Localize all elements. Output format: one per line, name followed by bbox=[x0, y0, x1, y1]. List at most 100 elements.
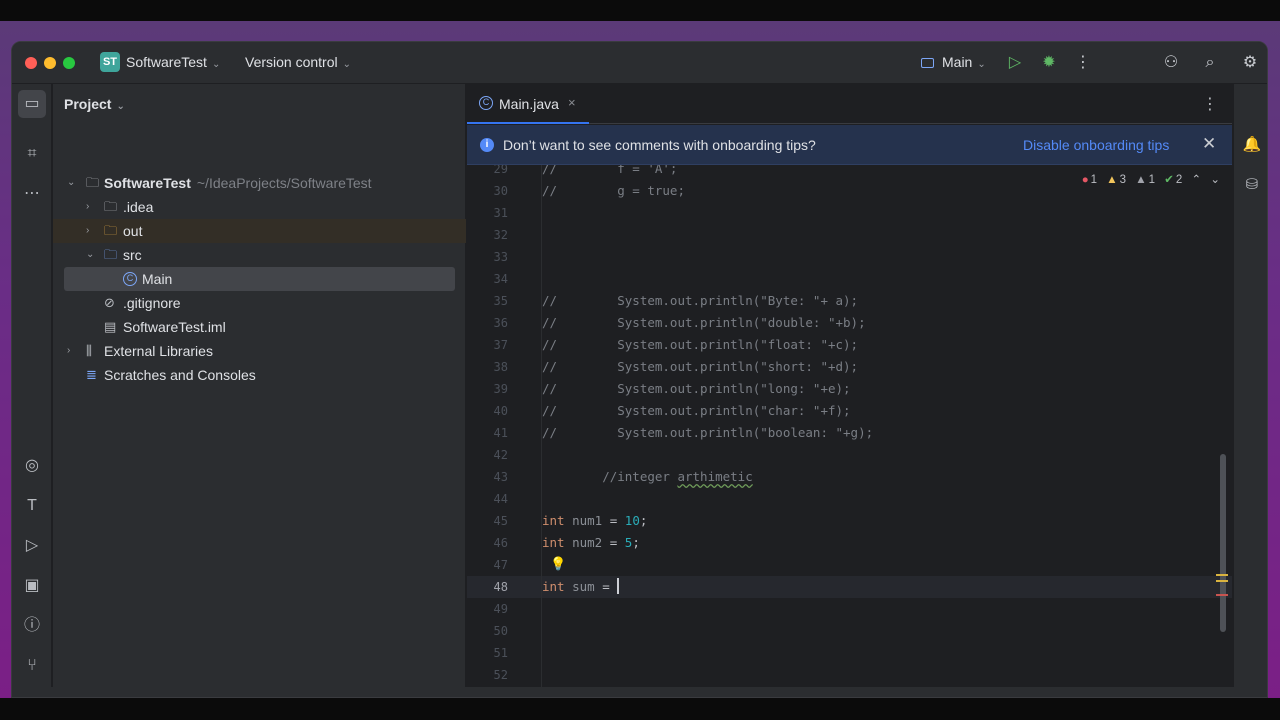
run-tool-icon[interactable]: ▷ bbox=[18, 532, 46, 560]
code-line[interactable]: 44 bbox=[467, 488, 1232, 510]
add-user-icon[interactable]: ⚇ bbox=[1160, 52, 1182, 74]
code-line[interactable]: 46 int num2 = 5; bbox=[467, 532, 1232, 554]
build-hammer-icon[interactable]: T bbox=[18, 492, 46, 520]
git-branch-icon[interactable]: ⑂ bbox=[18, 652, 46, 680]
code-line[interactable]: 41 // System.out.println("boolean: "+g); bbox=[467, 422, 1232, 444]
inspections-widget[interactable]: ● 1 ▲ 3 ▲ 1 ✔ 2 ⌃ ⌄ bbox=[1076, 172, 1220, 186]
code-line[interactable]: 42 bbox=[467, 444, 1232, 466]
debug-icon[interactable]: ✹ bbox=[1038, 52, 1060, 74]
more-tools-icon[interactable]: ⋯ bbox=[18, 180, 46, 208]
tree-item-scratches[interactable]: ≣ Scratches and Consoles bbox=[53, 363, 466, 387]
warning-marker[interactable] bbox=[1216, 574, 1228, 576]
code-line[interactable]: 51 bbox=[467, 642, 1232, 664]
next-highlight-icon[interactable]: ⌄ bbox=[1210, 174, 1220, 186]
problems-icon[interactable]: ⓘ bbox=[18, 612, 46, 640]
code-line[interactable]: 45 int num1 = 10; bbox=[467, 510, 1232, 532]
structure-icon[interactable]: ⌗ bbox=[18, 140, 46, 168]
code-line[interactable]: 43 //integer arthimetic bbox=[467, 466, 1232, 488]
weak-warning-icon: ▲ bbox=[1135, 174, 1147, 186]
error-marker[interactable] bbox=[1216, 594, 1228, 596]
project-panel-title-label: Project bbox=[64, 96, 112, 112]
code-line[interactable]: 35 // System.out.println("Byte: "+ a); bbox=[467, 290, 1232, 312]
maximize-window-button[interactable] bbox=[63, 57, 75, 69]
search-icon[interactable]: ⌕ bbox=[1199, 52, 1221, 74]
close-banner-icon[interactable]: ✕ bbox=[1202, 134, 1216, 154]
line-number: 37 bbox=[493, 338, 508, 352]
code-line[interactable]: 49 bbox=[467, 598, 1232, 620]
close-tab-icon[interactable]: × bbox=[568, 95, 576, 110]
code-text: // g = true; bbox=[542, 183, 685, 198]
code-text: // System.out.println("short: "+d); bbox=[542, 359, 859, 374]
chevron-down-icon: ⌄ bbox=[342, 59, 351, 70]
disable-onboarding-link[interactable]: Disable onboarding tips bbox=[1023, 137, 1169, 153]
close-window-button[interactable] bbox=[25, 57, 37, 69]
version-control-label: Version control bbox=[245, 54, 338, 70]
class-icon: C bbox=[479, 96, 493, 110]
chevron-right-icon: › bbox=[67, 345, 71, 356]
line-number: 35 bbox=[493, 294, 508, 308]
module-folder-icon: 🗀 bbox=[86, 175, 100, 190]
run-config-selector[interactable]: Main ⌄ bbox=[921, 54, 986, 70]
tree-item-label: .gitignore bbox=[123, 295, 181, 311]
code-line[interactable]: 33 bbox=[467, 246, 1232, 268]
tree-item-idea[interactable]: › 🗀 .idea bbox=[53, 195, 466, 219]
tree-item-main[interactable]: C Main bbox=[64, 267, 455, 291]
code-line[interactable]: 36 // System.out.println("double: "+b); bbox=[467, 312, 1232, 334]
ide-window: ST SoftwareTest ⌄ Version control ⌄ Main ⌄ … bbox=[11, 41, 1268, 698]
screen-top-border bbox=[0, 0, 1280, 21]
previous-highlight-icon[interactable]: ⌃ bbox=[1192, 174, 1202, 186]
tree-item-softwaretest[interactable]: ⌄ 🗀 SoftwareTest ~/IdeaProjects/SoftwareT… bbox=[53, 171, 466, 195]
version-control-menu[interactable]: Version control ⌄ bbox=[245, 54, 351, 70]
code-line[interactable]: 34 bbox=[467, 268, 1232, 290]
text-caret bbox=[617, 578, 620, 594]
vertical-scrollbar[interactable] bbox=[1220, 454, 1226, 632]
ok-count: 2 bbox=[1175, 174, 1183, 186]
tab-options-icon[interactable]: ⋮ bbox=[1202, 94, 1218, 114]
code-line[interactable]: 50 bbox=[467, 620, 1232, 642]
code-line[interactable]: 52 bbox=[467, 664, 1232, 686]
status-bar bbox=[12, 687, 1267, 697]
database-icon[interactable]: ⛁ bbox=[1241, 174, 1263, 196]
tree-item-label: SoftwareTest ~/IdeaProjects/SoftwareTest bbox=[104, 175, 372, 191]
project-switcher[interactable]: SoftwareTest ⌄ bbox=[126, 54, 220, 70]
project-badge[interactable]: ST bbox=[100, 52, 120, 72]
tab-main-java[interactable]: C Main.java × bbox=[467, 84, 589, 124]
chevron-down-icon: ⌄ bbox=[116, 101, 125, 112]
tree-item-src[interactable]: ⌄ 🗀 src bbox=[53, 243, 466, 267]
code-line[interactable]: 38 // System.out.println("short: "+d); bbox=[467, 356, 1232, 378]
error-count: 1 bbox=[1090, 174, 1098, 186]
code-line[interactable]: 48 int sum = bbox=[467, 576, 1232, 598]
settings-gear-icon[interactable]: ⚙ bbox=[1239, 52, 1261, 74]
services-icon[interactable]: ◎ bbox=[18, 452, 46, 480]
line-number: 50 bbox=[493, 624, 508, 638]
code-line[interactable]: 40 // System.out.println("char: "+f); bbox=[467, 400, 1232, 422]
line-number: 43 bbox=[493, 470, 508, 484]
intention-bulb-icon[interactable]: 💡 bbox=[550, 554, 566, 576]
code-line[interactable]: 47 💡 bbox=[467, 554, 1232, 576]
notifications-bell-icon[interactable]: 🔔 bbox=[1241, 134, 1263, 156]
run-icon[interactable]: ▷ bbox=[1004, 52, 1026, 74]
minimize-window-button[interactable] bbox=[44, 57, 56, 69]
project-panel-title[interactable]: Project ⌄ bbox=[64, 96, 125, 112]
code-line[interactable]: 31 bbox=[467, 202, 1232, 224]
run-config-icon bbox=[921, 58, 934, 68]
left-tool-strip: ▭ ⌗ ⋯ ◎ T ▷ ▣ ⓘ ⑂ bbox=[12, 84, 52, 697]
warning-marker[interactable] bbox=[1216, 580, 1228, 582]
code-line[interactable]: 37 // System.out.println("float: "+c); bbox=[467, 334, 1232, 356]
line-number: 32 bbox=[493, 228, 508, 242]
chevron-down-icon: ⌄ bbox=[211, 59, 221, 70]
tree-item-external-libraries[interactable]: › ⫼ External Libraries bbox=[53, 339, 466, 363]
tree-item-gitignore[interactable]: ⊘ .gitignore bbox=[53, 291, 466, 315]
gutter-separator bbox=[541, 165, 542, 697]
more-actions-icon[interactable]: ⋮ bbox=[1072, 52, 1094, 74]
tree-item-label: .idea bbox=[123, 199, 154, 215]
tree-item-iml[interactable]: ▤ SoftwareTest.iml bbox=[53, 315, 466, 339]
code-line[interactable]: 39 // System.out.println("long: "+e); bbox=[467, 378, 1232, 400]
project-folder-icon[interactable]: ▭ bbox=[18, 90, 46, 118]
line-number: 52 bbox=[493, 668, 508, 682]
terminal-icon[interactable]: ▣ bbox=[18, 572, 46, 600]
code-line[interactable]: 32 bbox=[467, 224, 1232, 246]
class-icon: C bbox=[123, 272, 137, 286]
code-editor[interactable]: 29// f = 'A'; 30// g = true; 31 32 33 34 35// … bbox=[467, 165, 1232, 697]
tree-item-out[interactable]: › 🗀 out bbox=[53, 219, 466, 243]
